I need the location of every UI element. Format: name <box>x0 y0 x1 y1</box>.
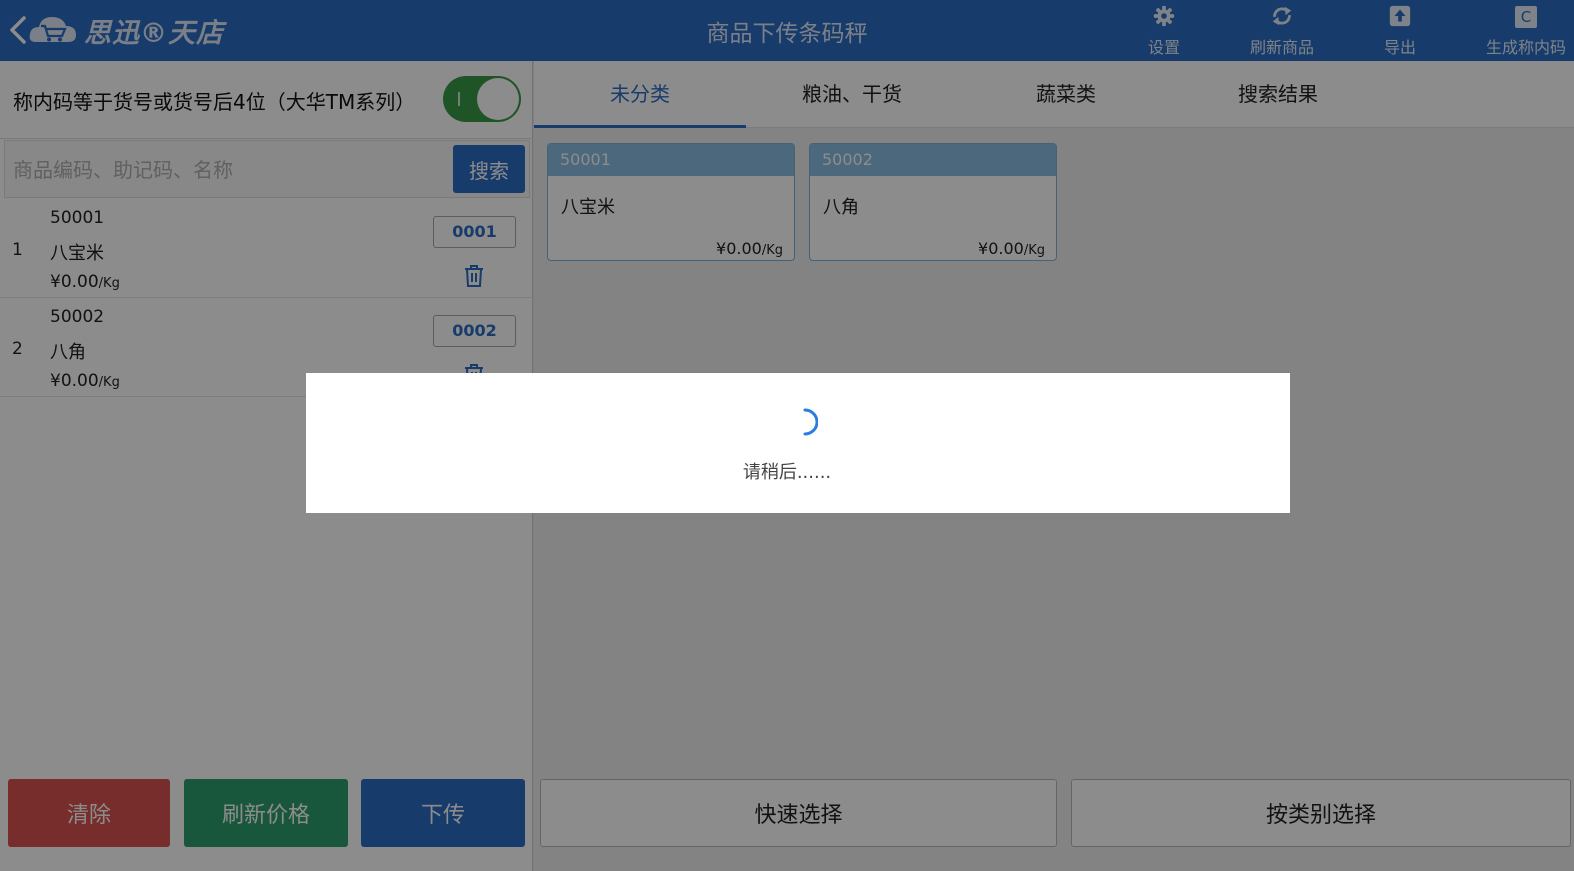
loading-spinner-icon <box>803 408 818 436</box>
loading-text: 请稍后...... <box>742 462 832 483</box>
loading-dialog <box>306 373 1290 513</box>
